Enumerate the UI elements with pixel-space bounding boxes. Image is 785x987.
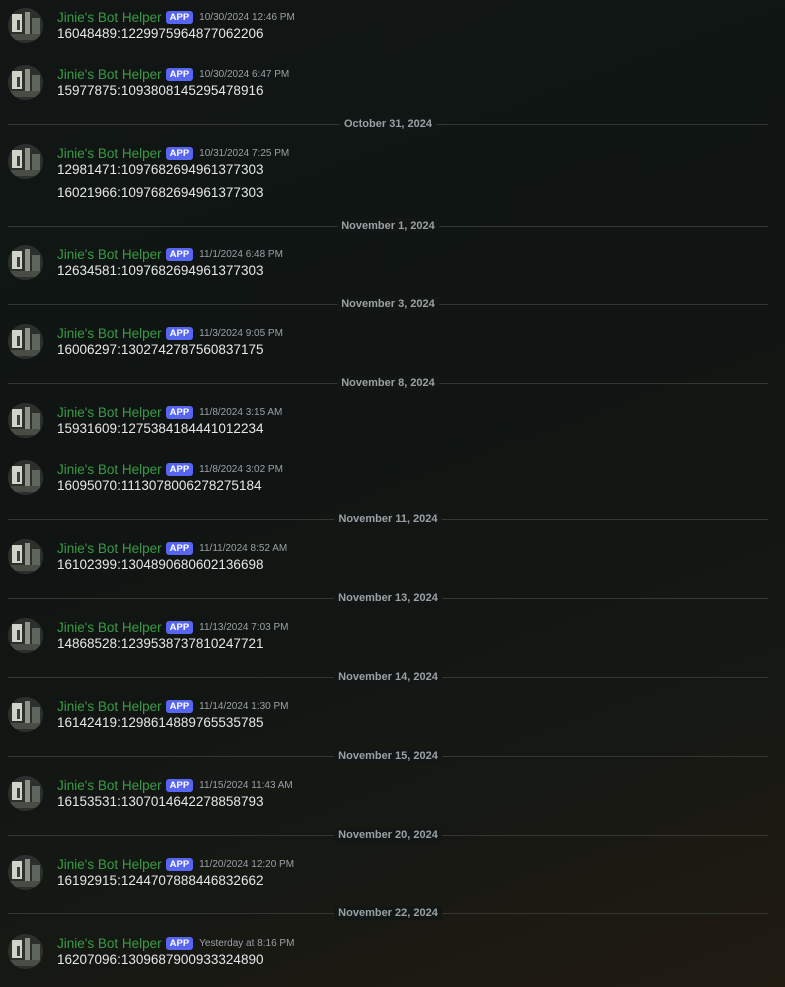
app-badge: APP (165, 541, 194, 555)
date-divider: November 22, 2024 (8, 906, 768, 920)
timestamp: Yesterday at 8:16 PM (199, 937, 295, 949)
date-divider: November 1, 2024 (8, 219, 768, 233)
date-divider: November 13, 2024 (8, 591, 768, 605)
message-text: 16192915:1244707888446832662 (57, 873, 264, 888)
avatar[interactable] (8, 539, 43, 574)
avatar[interactable] (8, 855, 43, 890)
date-divider: November 8, 2024 (8, 376, 768, 390)
message-text: 16095070:1113078006278275184 (57, 478, 262, 493)
app-badge: APP (165, 247, 194, 261)
timestamp: 11/11/2024 8:52 AM (199, 542, 288, 554)
avatar[interactable] (8, 245, 43, 280)
author-name[interactable]: Jinie's Bot Helper (57, 247, 162, 262)
author-name[interactable]: Jinie's Bot Helper (57, 857, 162, 872)
date-divider-label: November 13, 2024 (334, 591, 442, 605)
date-divider-label: November 22, 2024 (334, 906, 442, 920)
app-badge: APP (165, 67, 194, 81)
app-badge: APP (165, 778, 194, 792)
timestamp: 10/30/2024 12:46 PM (199, 11, 295, 23)
avatar[interactable] (8, 934, 43, 969)
timestamp: 11/20/2024 12:20 PM (199, 858, 295, 870)
message-text: 16021966:1097682694961377303 (57, 185, 264, 200)
app-badge: APP (165, 936, 194, 950)
message-text: 14868528:1239538737810247721 (57, 636, 264, 651)
message-text: 16142419:1298614889765535785 (57, 715, 264, 730)
author-name[interactable]: Jinie's Bot Helper (57, 462, 162, 477)
author-name[interactable]: Jinie's Bot Helper (57, 936, 162, 951)
timestamp: 10/30/2024 6:47 PM (199, 68, 290, 80)
date-divider-label: November 20, 2024 (334, 828, 442, 842)
author-name[interactable]: Jinie's Bot Helper (57, 699, 162, 714)
avatar[interactable] (8, 8, 43, 43)
message-text: 16153531:1307014642278858793 (57, 794, 264, 809)
author-name[interactable]: Jinie's Bot Helper (57, 620, 162, 635)
timestamp: 11/8/2024 3:15 AM (199, 406, 283, 418)
avatar[interactable] (8, 403, 43, 438)
date-divider-label: November 11, 2024 (334, 512, 442, 526)
timestamp: 11/13/2024 7:03 PM (199, 621, 289, 633)
message-text: 16006297:1302742787560837175 (57, 342, 264, 357)
author-name[interactable]: Jinie's Bot Helper (57, 541, 162, 556)
message-text: 12634581:1097682694961377303 (57, 263, 264, 278)
author-name[interactable]: Jinie's Bot Helper (57, 405, 162, 420)
app-badge: APP (165, 699, 194, 713)
date-divider: November 15, 2024 (8, 749, 768, 763)
date-divider: November 14, 2024 (8, 670, 768, 684)
message-text: 16102399:1304890680602136698 (57, 557, 264, 572)
app-badge: APP (165, 462, 194, 476)
app-badge: APP (165, 326, 194, 340)
message-text: 12981471:1097682694961377303 (57, 162, 264, 177)
timestamp: 11/1/2024 6:48 PM (199, 248, 283, 260)
message-text: 15977875:1093808145295478916 (57, 83, 264, 98)
date-divider: October 31, 2024 (8, 117, 768, 131)
date-divider-label: November 15, 2024 (334, 749, 442, 763)
avatar[interactable] (8, 144, 43, 179)
author-name[interactable]: Jinie's Bot Helper (57, 778, 162, 793)
date-divider-label: November 3, 2024 (337, 297, 439, 311)
app-badge: APP (165, 405, 194, 419)
avatar[interactable] (8, 324, 43, 359)
date-divider-label: November 14, 2024 (334, 670, 442, 684)
message-text: 16048489:1229975964877062206 (57, 26, 264, 41)
date-divider: November 3, 2024 (8, 297, 768, 311)
timestamp: 10/31/2024 7:25 PM (199, 147, 290, 159)
date-divider-label: November 8, 2024 (337, 376, 439, 390)
avatar[interactable] (8, 65, 43, 100)
date-divider: November 20, 2024 (8, 828, 768, 842)
author-name[interactable]: Jinie's Bot Helper (57, 10, 162, 25)
app-badge: APP (165, 146, 194, 160)
avatar[interactable] (8, 618, 43, 653)
timestamp: 11/15/2024 11:43 AM (199, 779, 293, 791)
chat-log: Jinie's Bot Helper APP 10/30/2024 12:46 PM… (0, 0, 785, 987)
date-divider: November 11, 2024 (8, 512, 768, 526)
date-divider-label: October 31, 2024 (339, 117, 437, 131)
app-badge: APP (165, 10, 194, 24)
avatar[interactable] (8, 697, 43, 732)
timestamp: 11/8/2024 3:02 PM (199, 463, 283, 475)
timestamp: 11/3/2024 9:05 PM (199, 327, 283, 339)
app-badge: APP (165, 857, 194, 871)
avatar[interactable] (8, 776, 43, 811)
author-name[interactable]: Jinie's Bot Helper (57, 146, 162, 161)
avatar[interactable] (8, 460, 43, 495)
message-text: 16207096:1309687900933324890 (57, 952, 264, 967)
app-badge: APP (165, 620, 194, 634)
author-name[interactable]: Jinie's Bot Helper (57, 67, 162, 82)
date-divider-label: November 1, 2024 (337, 219, 439, 233)
timestamp: 11/14/2024 1:30 PM (199, 700, 289, 712)
author-name[interactable]: Jinie's Bot Helper (57, 326, 162, 341)
message-text: 15931609:1275384184441012234 (57, 421, 264, 436)
